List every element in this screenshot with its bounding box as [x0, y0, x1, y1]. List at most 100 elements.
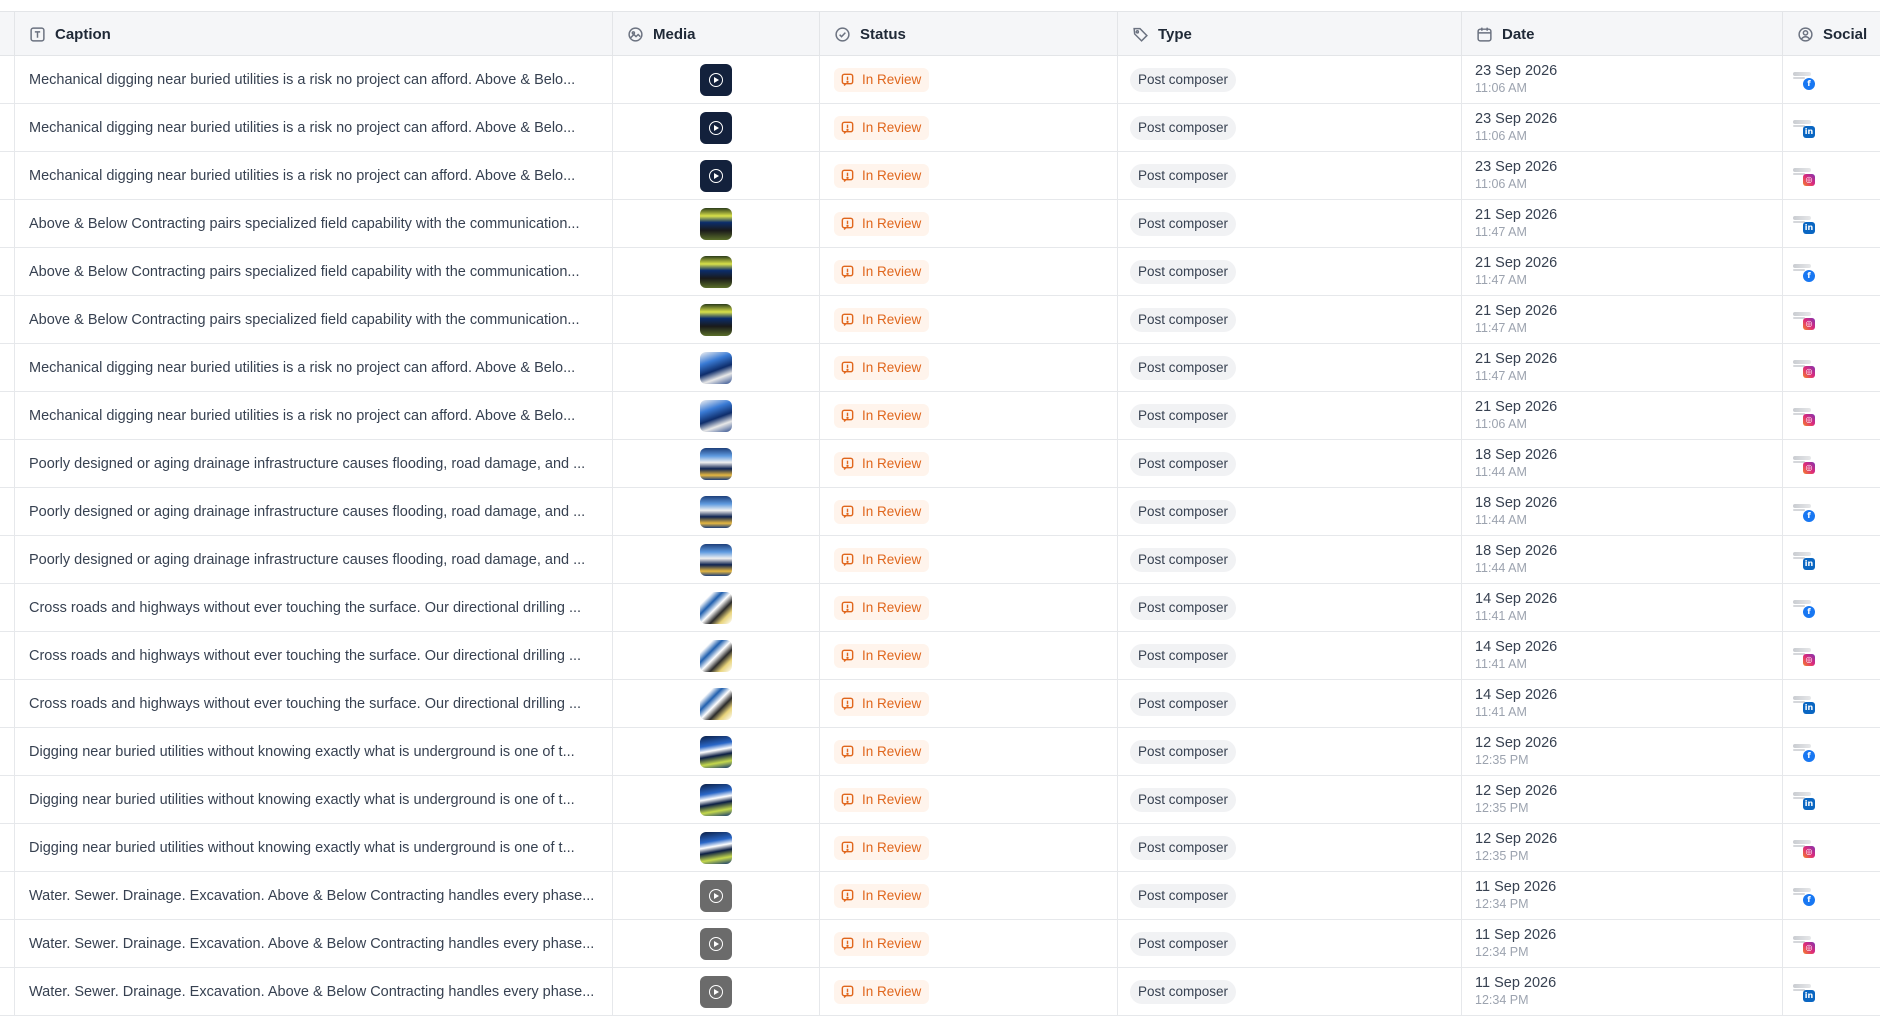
image-thumbnail[interactable] [700, 495, 732, 528]
video-thumbnail[interactable] [700, 159, 732, 192]
table-row[interactable]: Mechanical digging near buried utilities… [0, 152, 1880, 200]
social-cell[interactable]: ◎ [1782, 632, 1880, 679]
media-cell[interactable] [612, 56, 819, 103]
media-cell[interactable] [612, 728, 819, 775]
social-account[interactable]: ◎ [1793, 932, 1819, 956]
status-cell[interactable]: In Review [819, 488, 1117, 535]
status-badge[interactable]: In Review [834, 979, 930, 1004]
table-row[interactable]: Digging near buried utilities without kn… [0, 824, 1880, 872]
date-cell[interactable]: 18 Sep 2026 11:44 AM [1461, 536, 1782, 583]
social-cell[interactable]: f [1782, 488, 1880, 535]
status-cell[interactable]: In Review [819, 776, 1117, 823]
social-account[interactable]: ◎ [1793, 356, 1819, 380]
social-account[interactable]: f [1793, 740, 1819, 764]
caption-cell[interactable]: Mechanical digging near buried utilities… [14, 392, 612, 439]
media-cell[interactable] [612, 920, 819, 967]
date-cell[interactable]: 14 Sep 2026 11:41 AM [1461, 680, 1782, 727]
status-badge[interactable]: In Review [834, 739, 930, 764]
table-row[interactable]: Above & Below Contracting pairs speciali… [0, 248, 1880, 296]
date-cell[interactable]: 12 Sep 2026 12:35 PM [1461, 824, 1782, 871]
social-account[interactable]: f [1793, 596, 1819, 620]
status-badge[interactable]: In Review [834, 307, 930, 332]
caption-cell[interactable]: Mechanical digging near buried utilities… [14, 56, 612, 103]
image-thumbnail[interactable] [700, 543, 732, 576]
social-cell[interactable]: in [1782, 680, 1880, 727]
caption-cell[interactable]: Mechanical digging near buried utilities… [14, 152, 612, 199]
caption-cell[interactable]: Digging near buried utilities without kn… [14, 824, 612, 871]
type-cell[interactable]: Post composer [1117, 104, 1461, 151]
date-cell[interactable]: 21 Sep 2026 11:47 AM [1461, 296, 1782, 343]
table-row[interactable]: Water. Sewer. Drainage. Excavation. Abov… [0, 968, 1880, 1016]
social-cell[interactable]: in [1782, 104, 1880, 151]
social-account[interactable]: in [1793, 212, 1819, 236]
column-header-date[interactable]: Date [1461, 12, 1782, 56]
social-account[interactable]: in [1793, 692, 1819, 716]
video-thumbnail[interactable] [700, 879, 732, 912]
image-thumbnail[interactable] [700, 399, 732, 432]
social-account[interactable]: f [1793, 500, 1819, 524]
table-row[interactable]: Poorly designed or aging drainage infras… [0, 488, 1880, 536]
column-header-social[interactable]: Social [1782, 12, 1880, 56]
date-cell[interactable]: 18 Sep 2026 11:44 AM [1461, 488, 1782, 535]
image-thumbnail[interactable] [700, 351, 732, 384]
type-cell[interactable]: Post composer [1117, 632, 1461, 679]
status-badge[interactable]: In Review [834, 883, 930, 908]
date-cell[interactable]: 23 Sep 2026 11:06 AM [1461, 104, 1782, 151]
table-row[interactable]: Above & Below Contracting pairs speciali… [0, 200, 1880, 248]
media-cell[interactable] [612, 632, 819, 679]
column-header-type[interactable]: Type [1117, 12, 1461, 56]
date-cell[interactable]: 23 Sep 2026 11:06 AM [1461, 152, 1782, 199]
status-badge[interactable]: In Review [834, 403, 930, 428]
image-thumbnail[interactable] [700, 783, 732, 816]
social-cell[interactable]: ◎ [1782, 344, 1880, 391]
type-cell[interactable]: Post composer [1117, 152, 1461, 199]
status-badge[interactable]: In Review [834, 67, 930, 92]
status-badge[interactable]: In Review [834, 691, 930, 716]
type-cell[interactable]: Post composer [1117, 872, 1461, 919]
social-cell[interactable]: in [1782, 536, 1880, 583]
social-cell[interactable]: ◎ [1782, 440, 1880, 487]
social-account[interactable]: ◎ [1793, 836, 1819, 860]
status-cell[interactable]: In Review [819, 824, 1117, 871]
image-thumbnail[interactable] [700, 687, 732, 720]
social-account[interactable]: ◎ [1793, 644, 1819, 668]
status-cell[interactable]: In Review [819, 440, 1117, 487]
table-row[interactable]: Poorly designed or aging drainage infras… [0, 440, 1880, 488]
status-cell[interactable]: In Review [819, 200, 1117, 247]
status-cell[interactable]: In Review [819, 152, 1117, 199]
status-badge[interactable]: In Review [834, 451, 930, 476]
caption-cell[interactable]: Water. Sewer. Drainage. Excavation. Abov… [14, 872, 612, 919]
table-row[interactable]: Mechanical digging near buried utilities… [0, 56, 1880, 104]
status-cell[interactable]: In Review [819, 392, 1117, 439]
media-cell[interactable] [612, 200, 819, 247]
status-cell[interactable]: In Review [819, 968, 1117, 1015]
table-row[interactable]: Digging near buried utilities without kn… [0, 776, 1880, 824]
table-row[interactable]: Mechanical digging near buried utilities… [0, 104, 1880, 152]
social-cell[interactable]: in [1782, 200, 1880, 247]
media-cell[interactable] [612, 488, 819, 535]
date-cell[interactable]: 11 Sep 2026 12:34 PM [1461, 968, 1782, 1015]
caption-cell[interactable]: Cross roads and highways without ever to… [14, 632, 612, 679]
social-account[interactable]: f [1793, 884, 1819, 908]
status-cell[interactable]: In Review [819, 536, 1117, 583]
status-cell[interactable]: In Review [819, 56, 1117, 103]
caption-cell[interactable]: Water. Sewer. Drainage. Excavation. Abov… [14, 920, 612, 967]
type-cell[interactable]: Post composer [1117, 392, 1461, 439]
table-row[interactable]: Water. Sewer. Drainage. Excavation. Abov… [0, 920, 1880, 968]
caption-cell[interactable]: Poorly designed or aging drainage infras… [14, 488, 612, 535]
caption-cell[interactable]: Poorly designed or aging drainage infras… [14, 440, 612, 487]
type-cell[interactable]: Post composer [1117, 824, 1461, 871]
status-badge[interactable]: In Review [834, 931, 930, 956]
status-cell[interactable]: In Review [819, 296, 1117, 343]
table-row[interactable]: Cross roads and highways without ever to… [0, 632, 1880, 680]
type-cell[interactable]: Post composer [1117, 248, 1461, 295]
social-cell[interactable]: ◎ [1782, 920, 1880, 967]
column-header-caption[interactable]: Caption [14, 12, 612, 56]
caption-cell[interactable]: Mechanical digging near buried utilities… [14, 344, 612, 391]
date-cell[interactable]: 11 Sep 2026 12:34 PM [1461, 872, 1782, 919]
social-account[interactable]: ◎ [1793, 308, 1819, 332]
status-badge[interactable]: In Review [834, 355, 930, 380]
status-cell[interactable]: In Review [819, 728, 1117, 775]
status-badge[interactable]: In Review [834, 835, 930, 860]
social-account[interactable]: ◎ [1793, 404, 1819, 428]
